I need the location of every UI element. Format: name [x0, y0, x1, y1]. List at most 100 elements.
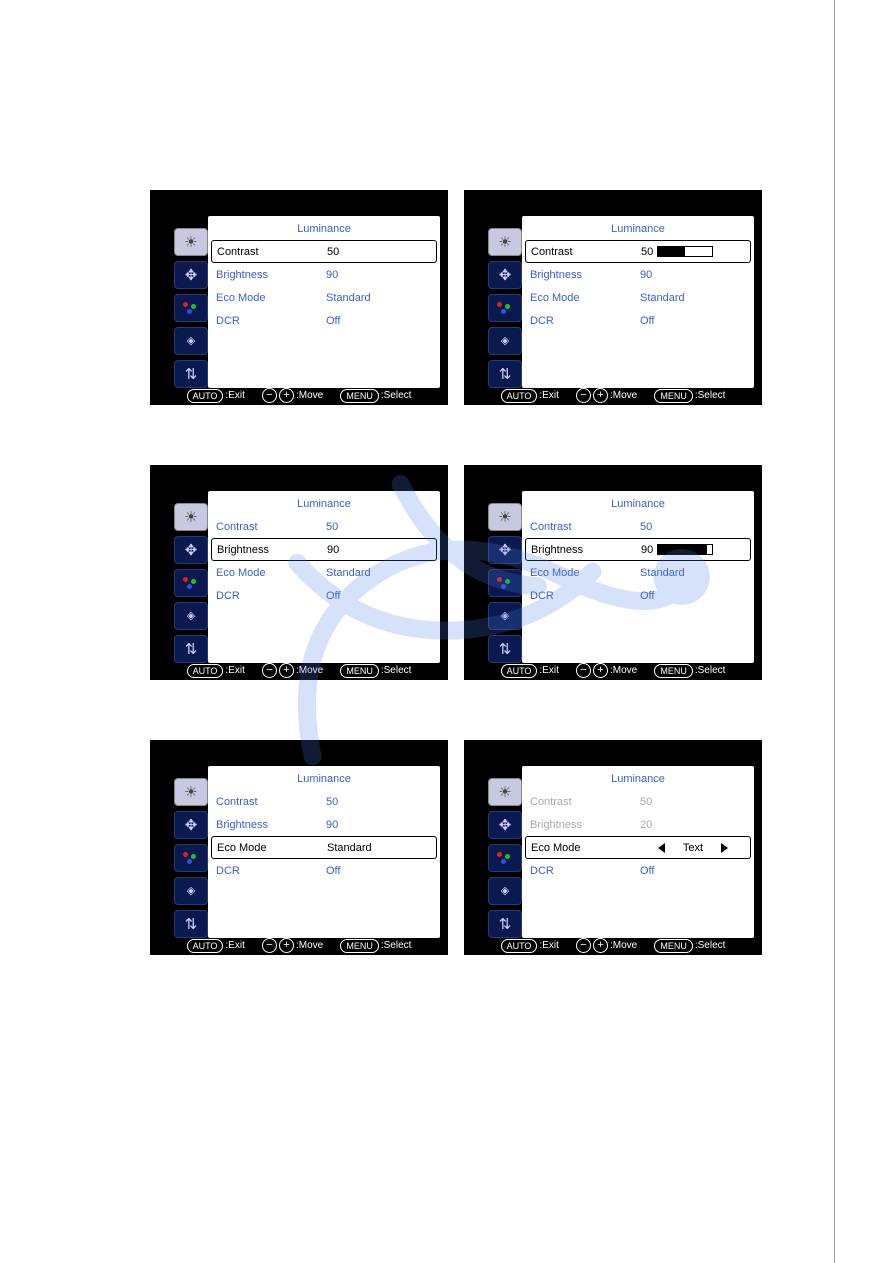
- menu-item-eco-mode[interactable]: Eco ModeText: [525, 836, 751, 859]
- menu-item-label: Eco Mode: [530, 567, 640, 579]
- osd-panel: ☀✥◈⇅LuminanceContrast50Brightness90Eco M…: [150, 740, 448, 955]
- osd-setup-icon[interactable]: ◈: [174, 877, 208, 905]
- auto-button-icon[interactable]: AUTO: [187, 664, 224, 678]
- luminance-icon[interactable]: ☀: [174, 503, 208, 531]
- footer-select: MENU:Select: [340, 389, 411, 403]
- auto-button-icon[interactable]: AUTO: [501, 389, 538, 403]
- luminance-icon[interactable]: ☀: [174, 228, 208, 256]
- color-setup-icon[interactable]: [174, 294, 208, 322]
- menu-button-icon[interactable]: MENU: [654, 664, 693, 678]
- footer-exit: AUTO:Exit: [187, 389, 245, 403]
- menu-button-icon[interactable]: MENU: [340, 939, 379, 953]
- plus-button-icon[interactable]: +: [279, 938, 294, 953]
- menu-item-value: 50: [641, 246, 713, 258]
- osd-setup-icon[interactable]: ◈: [174, 602, 208, 630]
- extra-icon[interactable]: ⇅: [488, 910, 522, 938]
- menu-item-contrast[interactable]: Contrast50: [208, 790, 440, 813]
- luminance-icon[interactable]: ☀: [488, 503, 522, 531]
- plus-button-icon[interactable]: +: [593, 388, 608, 403]
- osd-panel: ☀✥◈⇅LuminanceContrast50Brightness90Eco M…: [464, 190, 762, 405]
- osd-setup-icon[interactable]: ◈: [174, 327, 208, 355]
- osd-setup-icon[interactable]: ◈: [488, 602, 522, 630]
- image-setup-icon[interactable]: ✥: [488, 536, 522, 564]
- image-setup-icon[interactable]: ✥: [488, 261, 522, 289]
- menu-item-contrast[interactable]: Contrast50: [522, 790, 754, 813]
- luminance-icon[interactable]: ☀: [174, 778, 208, 806]
- minus-button-icon[interactable]: −: [262, 663, 277, 678]
- menu-item-contrast[interactable]: Contrast50: [211, 240, 437, 263]
- extra-icon[interactable]: ⇅: [174, 910, 208, 938]
- menu-item-dcr[interactable]: DCROff: [522, 309, 754, 332]
- menu-item-dcr[interactable]: DCROff: [522, 584, 754, 607]
- footer-exit-label: :Exit: [225, 390, 244, 401]
- image-setup-icon[interactable]: ✥: [174, 536, 208, 564]
- minus-button-icon[interactable]: −: [576, 938, 591, 953]
- menu-item-contrast[interactable]: Contrast50: [208, 515, 440, 538]
- image-setup-icon[interactable]: ✥: [174, 261, 208, 289]
- menu-item-eco-mode[interactable]: Eco ModeStandard: [211, 836, 437, 859]
- menu-item-label: Contrast: [531, 246, 641, 258]
- osd-setup-icon[interactable]: ◈: [488, 877, 522, 905]
- auto-button-icon[interactable]: AUTO: [187, 939, 224, 953]
- color-setup-icon[interactable]: [174, 569, 208, 597]
- color-setup-icon[interactable]: [174, 844, 208, 872]
- panel-title: Luminance: [208, 216, 440, 240]
- color-setup-icon[interactable]: [488, 569, 522, 597]
- menu-item-eco-mode[interactable]: Eco ModeStandard: [208, 561, 440, 584]
- luminance-icon[interactable]: ☀: [488, 778, 522, 806]
- extra-icon[interactable]: ⇅: [174, 360, 208, 388]
- extra-icon[interactable]: ⇅: [488, 360, 522, 388]
- minus-button-icon[interactable]: −: [262, 938, 277, 953]
- plus-button-icon[interactable]: +: [593, 938, 608, 953]
- menu-item-dcr[interactable]: DCROff: [208, 309, 440, 332]
- plus-button-icon[interactable]: +: [593, 663, 608, 678]
- menu-item-value: Standard: [326, 292, 371, 304]
- luminance-icon[interactable]: ☀: [488, 228, 522, 256]
- footer-exit-label: :Exit: [225, 665, 244, 676]
- osd-setup-icon[interactable]: ◈: [488, 327, 522, 355]
- footer-move-label: :Move: [610, 940, 637, 951]
- auto-button-icon[interactable]: AUTO: [187, 389, 224, 403]
- menu-item-eco-mode[interactable]: Eco ModeStandard: [522, 561, 754, 584]
- menu-item-dcr[interactable]: DCROff: [208, 584, 440, 607]
- image-setup-icon[interactable]: ✥: [488, 811, 522, 839]
- menu-item-dcr[interactable]: DCROff: [522, 859, 754, 882]
- triangle-right-icon[interactable]: [721, 843, 728, 853]
- menu-item-brightness[interactable]: Brightness20: [522, 813, 754, 836]
- minus-button-icon[interactable]: −: [576, 388, 591, 403]
- triangle-left-icon[interactable]: [658, 843, 665, 853]
- footer-exit-label: :Exit: [539, 390, 558, 401]
- extra-icon[interactable]: ⇅: [174, 635, 208, 663]
- menu-item-contrast[interactable]: Contrast50: [522, 515, 754, 538]
- minus-button-icon[interactable]: −: [262, 388, 277, 403]
- menu-item-eco-mode[interactable]: Eco ModeStandard: [208, 286, 440, 309]
- menu-item-brightness[interactable]: Brightness90: [208, 813, 440, 836]
- menu-item-dcr[interactable]: DCROff: [208, 859, 440, 882]
- menu-item-value: Off: [326, 590, 340, 602]
- extra-icon[interactable]: ⇅: [488, 635, 522, 663]
- menu-button-icon[interactable]: MENU: [654, 389, 693, 403]
- menu-button-icon[interactable]: MENU: [340, 389, 379, 403]
- menu-item-eco-mode[interactable]: Eco ModeStandard: [522, 286, 754, 309]
- minus-button-icon[interactable]: −: [576, 663, 591, 678]
- color-setup-icon[interactable]: [488, 294, 522, 322]
- value-text: 90: [326, 269, 338, 281]
- menu-item-label: Eco Mode: [530, 292, 640, 304]
- footer-exit-label: :Exit: [225, 940, 244, 951]
- auto-button-icon[interactable]: AUTO: [501, 664, 538, 678]
- menu-item-brightness[interactable]: Brightness90: [525, 538, 751, 561]
- color-setup-icon[interactable]: [488, 844, 522, 872]
- menu-item-contrast[interactable]: Contrast50: [525, 240, 751, 263]
- plus-button-icon[interactable]: +: [279, 663, 294, 678]
- menu-button-icon[interactable]: MENU: [340, 664, 379, 678]
- plus-button-icon[interactable]: +: [279, 388, 294, 403]
- footer-move: −+:Move: [262, 663, 323, 678]
- footer-exit: AUTO:Exit: [187, 939, 245, 953]
- menu-button-icon[interactable]: MENU: [654, 939, 693, 953]
- auto-button-icon[interactable]: AUTO: [501, 939, 538, 953]
- value-selector[interactable]: Text: [641, 842, 745, 854]
- menu-item-brightness[interactable]: Brightness90: [208, 263, 440, 286]
- menu-item-brightness[interactable]: Brightness90: [522, 263, 754, 286]
- image-setup-icon[interactable]: ✥: [174, 811, 208, 839]
- menu-item-brightness[interactable]: Brightness90: [211, 538, 437, 561]
